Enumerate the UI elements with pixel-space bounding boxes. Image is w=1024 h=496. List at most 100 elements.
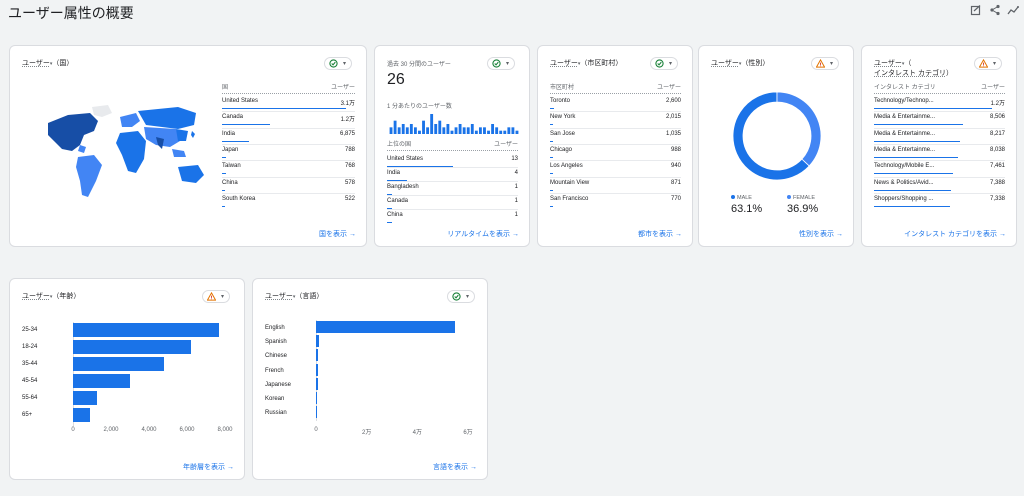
data-quality-status[interactable]: ▾	[811, 57, 839, 70]
row-label: Japan	[222, 146, 239, 153]
view-realtime-link[interactable]: リアルタイムを表示 →	[447, 229, 519, 239]
row-value: 1	[514, 212, 518, 218]
arrow-right-icon: →	[470, 464, 477, 471]
bar-35-44[interactable]	[73, 357, 165, 371]
bar-japanese[interactable]	[316, 377, 318, 390]
map-russia	[138, 107, 196, 129]
bar-french[interactable]	[316, 363, 318, 376]
row-value: 8,506	[989, 114, 1005, 121]
bar-45-54[interactable]	[73, 374, 130, 388]
table-row[interactable]: India 6,875	[222, 131, 355, 137]
per-minute-bar	[511, 127, 515, 134]
dimension-selector[interactable]: ユーザー	[265, 293, 293, 300]
data-quality-status[interactable]: ▾	[324, 57, 352, 70]
legend-name: MALE	[737, 195, 752, 201]
row-divider	[874, 160, 1005, 162]
table-row[interactable]: Shoppers/Shopping ... 7,338	[874, 196, 1005, 202]
row-value: 1,035	[665, 130, 681, 137]
insights-icon[interactable]	[1007, 4, 1019, 16]
bar-18-24[interactable]	[73, 340, 191, 354]
table-row[interactable]: Technology/Mobile E... 7,461	[874, 163, 1005, 169]
bar-chinese[interactable]	[316, 349, 319, 362]
table-row[interactable]: Canada 1.2万	[222, 114, 355, 123]
table-row[interactable]: China 1	[387, 212, 518, 218]
table-row[interactable]: Canada 1	[387, 198, 518, 204]
data-quality-status[interactable]: ▾	[650, 57, 678, 70]
chevron-down-icon: ▾	[221, 294, 225, 300]
table-row[interactable]: Media & Entertainme... 8,038	[874, 147, 1005, 153]
per-minute-bar	[434, 124, 438, 134]
table-row[interactable]: United States 3.1万	[222, 98, 355, 107]
table-row[interactable]: Japan 788	[222, 147, 355, 153]
row-value: 1	[514, 198, 518, 204]
dimension-selector[interactable]: ユーザー	[550, 60, 578, 67]
table-row[interactable]: Mountain View 871	[550, 180, 681, 186]
table-row[interactable]: San Jose 1,035	[550, 131, 681, 137]
table-row[interactable]: Technology/Technop... 1.2万	[874, 98, 1005, 107]
link-label: インタレスト カテゴリを表示	[904, 231, 998, 238]
col-metric: ユーザー	[657, 85, 681, 91]
realtime-label: 過去 30 分間のユーザー	[387, 62, 451, 68]
table-row[interactable]: Los Angeles 940	[550, 163, 681, 169]
bar-65+[interactable]	[73, 408, 91, 422]
bar-korean[interactable]	[316, 392, 317, 404]
table-row[interactable]: South Korea 522	[222, 196, 355, 202]
slice-female[interactable]	[776, 91, 822, 167]
col-dimension: 上位の国	[387, 142, 412, 148]
chevron-down-icon: ▾	[993, 61, 997, 67]
bar-spanish[interactable]	[316, 335, 320, 348]
row-share-bar	[222, 124, 270, 126]
dimension-selector[interactable]: ユーザー	[22, 293, 50, 300]
table-row[interactable]: New York 2,015	[550, 114, 681, 120]
row-value: 13	[511, 156, 518, 162]
table-row[interactable]: Chicago 988	[550, 147, 681, 153]
row-divider	[387, 209, 518, 210]
view-interests-link[interactable]: インタレスト カテゴリを表示 →	[904, 229, 1006, 239]
table-row[interactable]: San Francisco 770	[550, 196, 681, 202]
dimension-selector[interactable]: ユーザー	[874, 60, 902, 67]
per-minute-bar	[450, 130, 454, 134]
share-icon[interactable]	[989, 4, 1001, 16]
card-title: ユーザー▾（言語）	[265, 293, 324, 300]
view-languages-link[interactable]: 言語を表示 →	[433, 462, 477, 472]
col-metric: ユーザー	[331, 85, 355, 91]
table-row[interactable]: Media & Entertainme... 8,506	[874, 114, 1005, 120]
row-label: Mountain View	[550, 179, 590, 186]
data-quality-status[interactable]: ▾	[202, 290, 230, 303]
dimension-selector[interactable]: ユーザー	[711, 60, 739, 67]
table-row[interactable]: Toronto 2,600	[550, 98, 681, 104]
arrow-right-icon: →	[512, 231, 519, 238]
check-circle-icon	[452, 292, 461, 301]
view-cities-link[interactable]: 都市を表示 →	[638, 229, 682, 239]
table-row[interactable]: Bangladesh 1	[387, 184, 518, 190]
bar-55-64[interactable]	[73, 391, 97, 405]
table-row[interactable]: India 4	[387, 170, 518, 176]
bar-russian[interactable]	[316, 406, 317, 419]
view-age-link[interactable]: 年齢層を表示 →	[183, 462, 234, 472]
per-minute-bar	[466, 127, 470, 134]
view-countries-link[interactable]: 国を表示 →	[319, 229, 356, 239]
data-quality-status[interactable]: ▾	[974, 57, 1002, 70]
table-row[interactable]: Taiwan 768	[222, 163, 355, 169]
table-row[interactable]: China 578	[222, 180, 355, 186]
view-gender-link[interactable]: 性別を表示 →	[799, 229, 843, 239]
table-row[interactable]: United States 13	[387, 156, 518, 162]
table-header: 国 ユーザー	[222, 82, 355, 94]
table-row[interactable]: News & Politics/Avid... 7,388	[874, 180, 1005, 186]
dimension-selector[interactable]: ユーザー	[22, 60, 50, 67]
bar-25-34[interactable]	[73, 323, 220, 337]
col-dimension: 市区町村	[550, 85, 575, 91]
row-divider	[222, 143, 355, 145]
card-title: ユーザー▾（年齢）	[22, 293, 81, 300]
age-card: ユーザー▾（年齢） ▾ 25-34 18-24 35-44 45-54 55-64 65+…	[9, 278, 245, 480]
table-row[interactable]: Media & Entertainme... 8,217	[874, 131, 1005, 137]
customize-report-icon[interactable]	[970, 4, 982, 16]
data-quality-status[interactable]: ▾	[487, 57, 515, 70]
chevron-down-icon: ▾	[830, 61, 834, 67]
chevron-down-icon: ▾	[343, 61, 347, 67]
data-quality-status[interactable]: ▾	[447, 290, 475, 303]
bar-english[interactable]	[316, 321, 456, 333]
x-tick-label: 0	[71, 427, 75, 433]
row-divider	[222, 160, 355, 162]
x-tick-label: 2万	[361, 430, 372, 436]
